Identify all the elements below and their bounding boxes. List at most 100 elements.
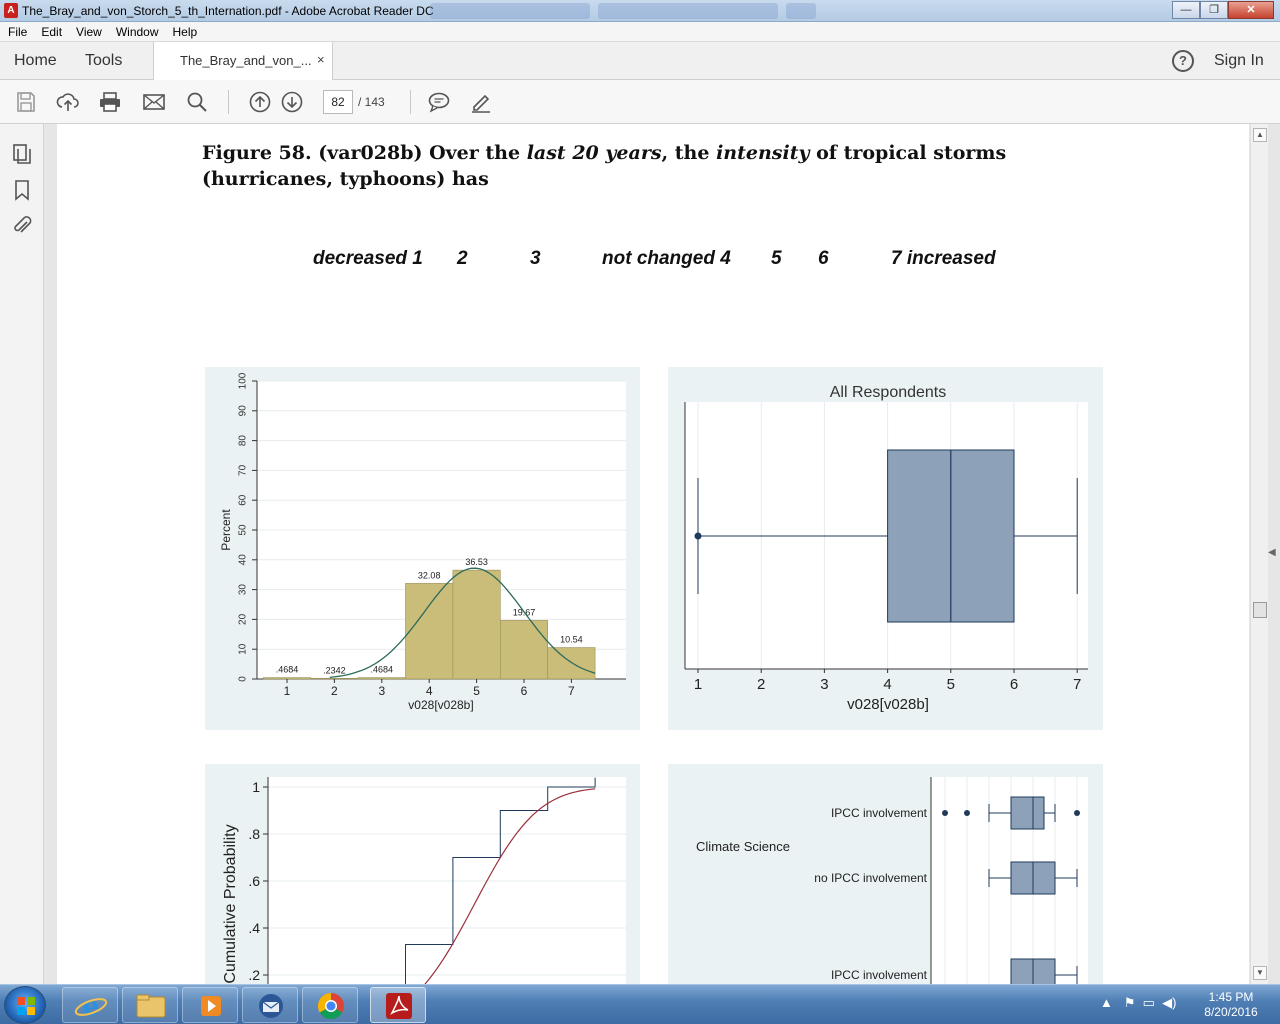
media-icon	[201, 996, 221, 1016]
x-tick-label: 6	[1010, 676, 1018, 693]
taskbar-explorer[interactable]	[122, 987, 178, 1023]
print-icon[interactable]	[98, 90, 122, 114]
close-button[interactable]: ✕	[1228, 1, 1274, 19]
y-tick-label: 50	[238, 524, 249, 536]
histogram-bar	[547, 647, 596, 680]
system-tray: ▲ ⚑ ▭ ◀)	[1100, 995, 1176, 1011]
start-button[interactable]	[4, 986, 46, 1024]
page-down-icon[interactable]	[280, 90, 304, 114]
scale-label: decreased 1	[313, 248, 423, 269]
pdf-page: Figure 58. (var028b) Over the last 20 ye…	[57, 124, 1249, 984]
x-tick-label: 4	[426, 684, 433, 698]
y-tick-label: 1	[252, 779, 260, 795]
taskbar-thunderbird[interactable]	[242, 987, 298, 1023]
page-thumbnails-icon[interactable]	[10, 142, 34, 166]
taskbar-acrobat[interactable]	[370, 987, 426, 1023]
cumulative-probability-chart: 1 .8 .6 .4 .2 Cumulative Probability	[205, 764, 640, 984]
comment-icon[interactable]	[427, 90, 451, 114]
menu-help[interactable]: Help	[173, 25, 198, 39]
chart-title: All Respondents	[830, 384, 947, 401]
menu-window[interactable]: Window	[116, 25, 159, 39]
thunderbird-icon	[259, 994, 283, 1018]
taskbar-chrome[interactable]	[302, 987, 358, 1023]
chrome-icon	[317, 992, 344, 1020]
scale-label: 7 increased	[891, 248, 996, 269]
bookmark-icon[interactable]	[10, 178, 34, 202]
outlier-point	[1074, 810, 1080, 816]
histogram-bar	[405, 583, 454, 680]
x-tick-label: 5	[473, 684, 480, 698]
taskbar-media[interactable]	[182, 987, 238, 1023]
x-tick-label: 7	[568, 684, 575, 698]
x-tick-label: 3	[820, 676, 828, 693]
y-tick-label: .2	[248, 967, 260, 983]
scale-label: 5	[771, 248, 782, 269]
scale-label: 3	[530, 248, 541, 269]
minimize-button[interactable]: —	[1172, 1, 1200, 19]
y-tick-label: 70	[238, 464, 249, 476]
save-icon[interactable]	[14, 90, 38, 114]
tab-home[interactable]: Home	[14, 52, 57, 70]
maximize-button[interactable]: ❐	[1200, 1, 1228, 19]
x-tick-label: 2	[331, 684, 338, 698]
group-label: Climate Science	[696, 839, 790, 854]
page-number-input[interactable]: 82	[323, 90, 353, 114]
taskbar-ie[interactable]: e	[62, 987, 118, 1023]
histogram-bar	[452, 569, 501, 680]
y-tick-label: 20	[238, 613, 249, 625]
histogram-bar	[499, 620, 548, 680]
document-area: Figure 58. (var028b) Over the last 20 ye…	[44, 124, 1250, 984]
y-tick-label: 0	[238, 676, 249, 682]
interquartile-box	[1010, 796, 1045, 830]
y-tick-label: 100	[238, 372, 249, 389]
y-tick-label: 10	[238, 643, 249, 655]
search-icon[interactable]	[185, 90, 209, 114]
window-title: The_Bray_and_von_Storch_5_th_Internation…	[22, 4, 434, 18]
scroll-thumb[interactable]	[1253, 602, 1267, 618]
y-tick-label: 40	[238, 554, 249, 566]
attachment-icon[interactable]	[10, 214, 34, 238]
windows-logo-icon	[17, 997, 35, 1015]
x-tick-label: 1	[694, 676, 702, 693]
action-center-flag-icon[interactable]: ⚑	[1124, 995, 1136, 1010]
y-tick-label: 80	[238, 435, 249, 447]
bar-value-label: .2342	[323, 665, 346, 675]
page-up-icon[interactable]	[248, 90, 272, 114]
tab-close-icon[interactable]: ×	[317, 52, 325, 67]
figure-title-emphasis: intensity	[716, 142, 810, 164]
figure-title-text: , the	[661, 142, 717, 164]
sign-icon[interactable]	[469, 90, 493, 114]
title-bar: A The_Bray_and_von_Storch_5_th_Internati…	[0, 0, 1280, 22]
y-tick-label: 60	[238, 494, 249, 506]
bar-value-label: 10.54	[560, 635, 583, 645]
scroll-down-arrow[interactable]: ▼	[1253, 966, 1267, 980]
network-icon[interactable]: ▭	[1143, 995, 1155, 1010]
acrobat-icon	[386, 993, 412, 1019]
tab-tools[interactable]: Tools	[85, 52, 122, 70]
figure-title-text: Figure 58. (var028b) Over the	[202, 142, 527, 164]
menu-file[interactable]: File	[8, 25, 27, 39]
x-axis-label: v028[v028b]	[408, 698, 473, 712]
histogram-chart: 0 10 20 30 40 50 60 70 80 90 100 .4684 .2342 .4684 32.…	[205, 367, 640, 730]
tab-document[interactable]: The_Bray_and_von_... ×	[153, 42, 333, 80]
x-tick-label: 4	[883, 676, 891, 693]
row-label: no IPCC involvement	[814, 871, 927, 885]
vertical-scrollbar[interactable]: ▲ ▼	[1250, 124, 1268, 984]
help-icon[interactable]: ?	[1172, 50, 1194, 72]
x-tick-label: 2	[757, 676, 765, 693]
x-tick-label: 6	[521, 684, 528, 698]
scale-label: not changed 4	[602, 248, 731, 269]
email-icon[interactable]	[142, 90, 166, 114]
scroll-up-arrow[interactable]: ▲	[1253, 128, 1267, 142]
bar-value-label: .4684	[276, 665, 299, 675]
tray-expand-icon[interactable]: ▲	[1100, 995, 1113, 1010]
expand-right-pane-icon[interactable]: ◀	[1268, 547, 1276, 558]
menu-view[interactable]: View	[76, 25, 102, 39]
volume-icon[interactable]: ◀)	[1162, 995, 1176, 1010]
y-tick-label: .6	[248, 873, 260, 889]
histogram-svg: 0 10 20 30 40 50 60 70 80 90 100 .4684 .2342 .4684 32.…	[219, 372, 626, 712]
system-clock[interactable]: 1:45 PM 8/20/2016	[1196, 990, 1266, 1020]
sign-in-link[interactable]: Sign In	[1214, 52, 1264, 70]
upload-icon[interactable]	[56, 90, 80, 114]
menu-edit[interactable]: Edit	[41, 25, 62, 39]
